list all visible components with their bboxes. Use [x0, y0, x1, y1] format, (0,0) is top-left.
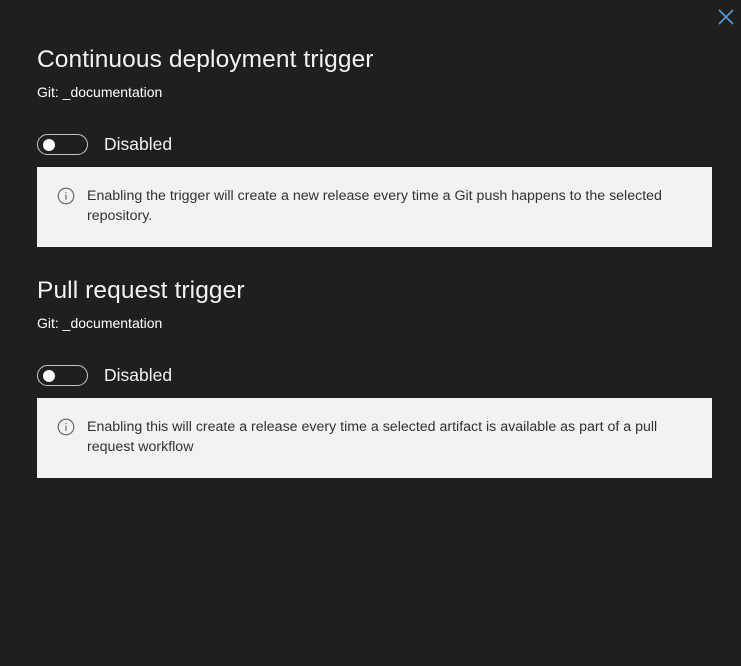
toggle-label: Disabled [104, 364, 173, 385]
toggle-knob [43, 369, 55, 382]
section-title: Continuous deployment trigger [37, 46, 374, 73]
pull-request-toggle[interactable] [37, 364, 88, 386]
toggle-knob [43, 138, 55, 151]
info-message: Enabling the trigger will create a new r… [37, 167, 712, 247]
toggle-row: Disabled [37, 131, 712, 157]
info-text: Enabling the trigger will create a new r… [87, 188, 662, 224]
info-text: Enabling this will create a release ever… [87, 419, 658, 455]
toggle-label: Disabled [104, 133, 173, 154]
close-button[interactable] [716, 7, 736, 27]
section-title: Pull request trigger [37, 277, 245, 304]
info-message: Enabling this will create a release ever… [37, 398, 712, 478]
continuous-deployment-section: Continuous deployment trigger Git: _docu… [37, 42, 712, 247]
toggle-row: Disabled [37, 362, 712, 388]
info-icon [57, 418, 75, 436]
trigger-panel: Continuous deployment trigger Git: _docu… [37, 42, 712, 504]
section-subtitle: Git: _documentation [37, 315, 163, 331]
info-icon [57, 187, 75, 205]
continuous-deployment-toggle[interactable] [37, 133, 88, 155]
section-subtitle: Git: _documentation [37, 84, 163, 100]
close-icon [718, 9, 734, 25]
pull-request-section: Pull request trigger Git: _documentation… [37, 273, 712, 478]
